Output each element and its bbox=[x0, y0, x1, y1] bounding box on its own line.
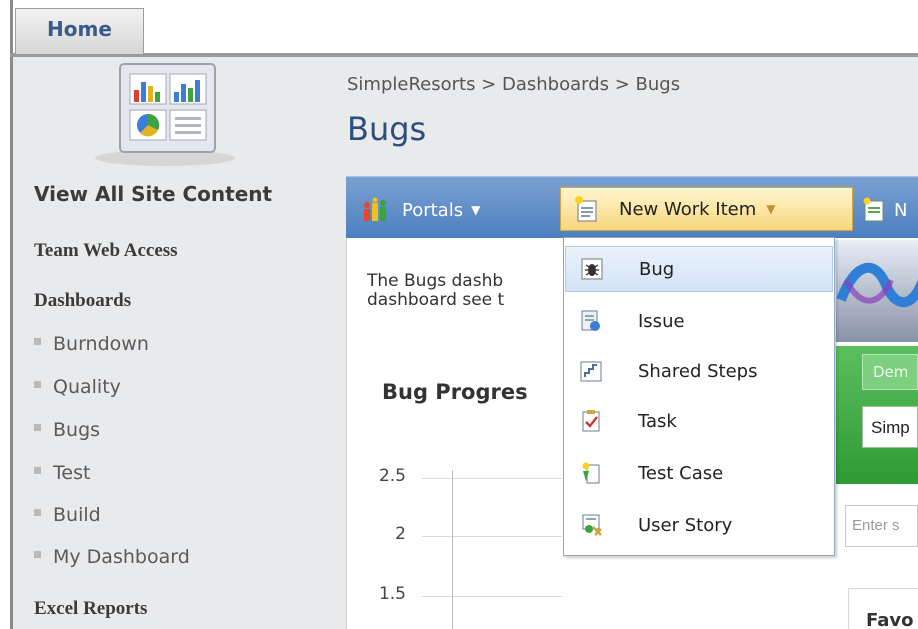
sidebar-item-bugs[interactable]: Bugs bbox=[34, 419, 100, 441]
portals-icon bbox=[364, 197, 386, 221]
grid-line bbox=[422, 478, 562, 479]
dashboards-heading[interactable]: Dashboards bbox=[34, 290, 131, 312]
sidebar-item-label: Bugs bbox=[53, 419, 101, 441]
sidebar-item-label: Test bbox=[53, 462, 91, 484]
menu-item-bug[interactable]: Bug bbox=[565, 246, 833, 292]
sidebar-item-label: Quality bbox=[53, 376, 121, 398]
toolbar-next-button[interactable]: N bbox=[862, 192, 907, 228]
new-work-item-icon bbox=[575, 196, 597, 222]
shared-steps-icon bbox=[580, 361, 602, 382]
sidebar-item-my-dashboard[interactable]: My Dashboard bbox=[34, 546, 190, 568]
menu-item-label: Shared Steps bbox=[638, 360, 758, 382]
grid-line bbox=[422, 596, 562, 597]
bullet-icon bbox=[34, 424, 41, 431]
team-web-access-link[interactable]: Team Web Access bbox=[34, 240, 178, 262]
chevron-down-icon: ▼ bbox=[471, 203, 481, 217]
menu-item-task[interactable]: Task bbox=[565, 398, 833, 444]
bullet-icon bbox=[34, 551, 41, 558]
y-tick-label: 1.5 bbox=[378, 584, 406, 604]
bullet-icon bbox=[34, 509, 41, 516]
new-item-icon bbox=[863, 197, 884, 222]
menu-item-test-case[interactable]: Test Case bbox=[565, 450, 833, 496]
sidebar-item-burndown[interactable]: Burndown bbox=[34, 333, 149, 355]
y-tick-label: 2 bbox=[395, 524, 406, 544]
favorites-heading: Favo bbox=[866, 610, 914, 629]
user-story-icon bbox=[582, 514, 602, 536]
home-tab[interactable]: Home bbox=[15, 8, 144, 54]
test-case-icon bbox=[582, 462, 600, 484]
sidebar-item-label: My Dashboard bbox=[53, 546, 190, 568]
frame-top-border bbox=[10, 53, 918, 57]
breadcrumb: SimpleResorts > Dashboards > Bugs bbox=[347, 74, 681, 95]
sidebar-item-label: Build bbox=[53, 504, 101, 526]
menu-item-label: User Story bbox=[638, 514, 733, 536]
y-axis bbox=[452, 470, 453, 629]
menu-item-issue[interactable]: Issue bbox=[565, 298, 833, 344]
menu-item-label: Issue bbox=[638, 310, 685, 332]
menu-item-label: Bug bbox=[639, 258, 675, 280]
y-tick-label: 2.5 bbox=[378, 466, 406, 486]
infinity-logo-icon bbox=[836, 262, 918, 308]
bullet-icon bbox=[34, 381, 41, 388]
project-select[interactable]: Simp bbox=[862, 406, 918, 448]
issue-icon bbox=[581, 310, 600, 331]
sidebar-item-label: Burndown bbox=[53, 333, 149, 355]
portals-label: Portals bbox=[402, 199, 464, 221]
view-all-site-content-link[interactable]: View All Site Content bbox=[34, 182, 272, 206]
menu-item-label: Task bbox=[638, 410, 677, 432]
menu-item-user-story[interactable]: User Story bbox=[565, 502, 833, 548]
sidebar-item-quality[interactable]: Quality bbox=[34, 376, 121, 398]
new-work-item-label: New Work Item bbox=[619, 198, 757, 220]
toolbar-next-label: N bbox=[894, 199, 908, 221]
bullet-icon bbox=[34, 338, 41, 345]
excel-reports-heading[interactable]: Excel Reports bbox=[34, 598, 147, 620]
frame-left-border bbox=[10, 0, 13, 629]
page-title: Bugs bbox=[347, 110, 427, 148]
grid-line bbox=[422, 536, 562, 537]
menu-item-label: Test Case bbox=[638, 462, 724, 484]
chart-title: Bug Progres bbox=[382, 380, 528, 404]
menu-item-shared-steps[interactable]: Shared Steps bbox=[565, 348, 833, 394]
new-work-item-button[interactable]: New Work Item ▼ bbox=[560, 187, 853, 231]
task-icon bbox=[582, 410, 600, 432]
portals-button[interactable]: Portals ▼ bbox=[362, 192, 480, 228]
sidebar-item-build[interactable]: Build bbox=[34, 504, 101, 526]
site-logo-icon bbox=[95, 63, 235, 166]
demo-tab[interactable]: Dem bbox=[862, 354, 918, 390]
search-input[interactable]: Enter s bbox=[845, 505, 918, 547]
sidebar-item-test[interactable]: Test bbox=[34, 462, 90, 484]
chevron-down-icon: ▼ bbox=[766, 202, 776, 216]
bullet-icon bbox=[34, 467, 41, 474]
bug-icon bbox=[581, 258, 603, 280]
banner-image bbox=[836, 240, 918, 342]
